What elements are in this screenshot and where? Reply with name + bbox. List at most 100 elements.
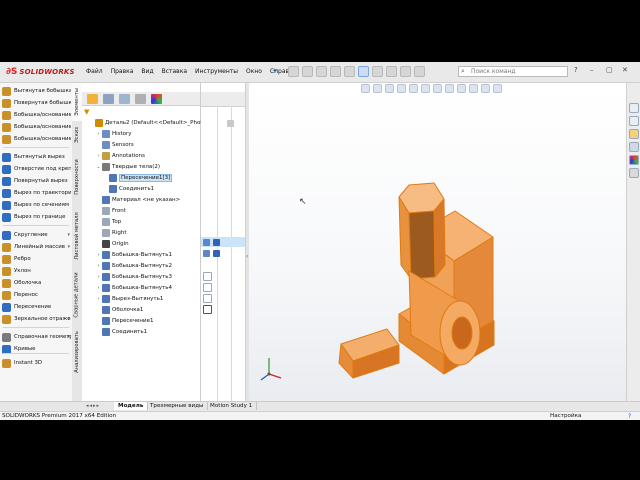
dropdown-arrow-icon[interactable]: ▾ [67,334,70,340]
tree-item[interactable]: ⌄ Твердые тела(2) [82,161,213,172]
command-instant3d[interactable]: Instant 3D [2,357,71,369]
body-display-icon[interactable] [203,239,210,246]
dimxpert-tab-icon[interactable] [135,93,146,104]
filter-icon[interactable]: ▼ [84,108,89,116]
tree-item[interactable]: Деталь2 (Default<<Default>_PhotoWorks Di… [82,117,206,128]
restore-icon[interactable]: ▢ [606,66,613,74]
command-rib[interactable]: Ребро [2,253,71,265]
expand-arrow-icon[interactable]: › [95,131,102,137]
tab-model[interactable]: Модель [114,402,149,410]
expand-arrow-icon[interactable]: › [95,285,102,291]
body-appearance-icon[interactable] [213,250,220,257]
property-manager-tab-icon[interactable] [103,93,114,104]
new-document-icon[interactable] [288,66,299,77]
command-hole-wizard[interactable]: Отверстие под крепеж [2,163,71,175]
tree-item[interactable]: › Бобышка-Вытянуть1 [82,249,213,260]
tree-item[interactable]: › Бобышка-Вытянуть4 [82,282,213,293]
command-extrude-cut[interactable]: Вытянутый вырез [2,151,71,163]
display-pane-toggle-icon[interactable] [227,120,234,127]
command-lofted-cut[interactable]: Вырез по сечениям [2,199,71,211]
expand-arrow-icon[interactable]: › [95,296,102,302]
help-status-icon[interactable]: ? [628,413,631,420]
view-palette-icon[interactable] [629,142,639,152]
file-explorer-icon[interactable] [629,129,639,139]
design-library-icon[interactable] [629,116,639,126]
tab-sketch[interactable]: Эскиз [72,121,82,149]
appearances-icon[interactable] [629,155,639,165]
search-commands-input[interactable]: ⌕ Поиск команд [458,66,568,77]
tree-item[interactable]: Front [82,205,213,216]
command-revolve-boss[interactable]: Повернутая бобышка [2,97,71,109]
command-boundary-cut[interactable]: Вырез по границе [2,211,71,223]
plane-visibility-icon[interactable] [203,272,212,281]
minimize-icon[interactable]: – [590,66,594,74]
origin-visibility-icon[interactable] [203,305,212,314]
dropdown-arrow-icon[interactable]: ▾ [67,232,70,238]
tab-sheet-metal[interactable]: Листовой металл [72,205,82,267]
tree-item[interactable]: Sensors [82,139,213,150]
body-display-icon[interactable] [203,250,210,257]
options-icon[interactable] [400,66,411,77]
help-icon[interactable]: ? [574,66,578,74]
save-icon[interactable] [316,66,327,77]
tab-surfaces[interactable]: Поверхности [72,149,82,205]
tree-item[interactable]: Пересечение1 [82,315,213,326]
command-reference-geometry[interactable]: Справочная геометрия▾ [2,331,71,343]
tree-item[interactable]: › History [82,128,213,139]
menu-edit[interactable]: Правка [111,68,134,75]
solidworks-resources-icon[interactable] [629,103,639,113]
window-tile-icon[interactable] [414,66,425,77]
command-shell[interactable]: Оболочка [2,277,71,289]
part-model[interactable] [249,83,626,413]
configuration-manager-tab-icon[interactable] [119,93,130,104]
tab-evaluate[interactable]: Анализировать [72,323,82,381]
tree-item[interactable]: Top [82,216,213,227]
command-lofted-boss[interactable]: Бобышка/основание по сечениям [2,121,71,133]
menu-insert[interactable]: Вставка [162,68,187,75]
tree-item[interactable]: Пересечение1[3] [82,172,220,183]
menu-file[interactable]: Файл [86,68,103,75]
pin-menu-icon[interactable]: ✦ [272,67,278,75]
menu-view[interactable]: Вид [141,68,153,75]
command-revolve-cut[interactable]: Повернутый вырез [2,175,71,187]
tree-item[interactable]: Right [82,227,213,238]
file-properties-icon[interactable] [386,66,397,77]
solidworks-logo[interactable]: ∂S SOLIDWORKS [6,65,75,79]
tab-motion-study[interactable]: Motion Study 1 [206,402,258,410]
command-wrap[interactable]: Перенос [2,289,71,301]
command-intersect[interactable]: Пересечение [2,301,71,313]
tree-item[interactable]: Оболочка1 [82,304,213,315]
command-draft[interactable]: Уклон [2,265,71,277]
tab-3d-views[interactable]: Трехмерные виды [146,402,209,410]
graphics-area[interactable]: ↖ [249,83,626,413]
tab-weldments[interactable]: Сварные детали [72,267,82,323]
undo-icon[interactable] [344,66,355,77]
tree-item[interactable]: › Бобышка-Вытянуть3 [82,271,213,282]
command-swept-boss[interactable]: Бобышка/основание по траектории [2,109,71,121]
tree-item[interactable]: › Вырез-Вытянуть1 [82,293,213,304]
dropdown-arrow-icon[interactable]: ▾ [67,244,70,250]
expand-arrow-icon[interactable]: ⌄ [95,164,102,170]
print-icon[interactable] [330,66,341,77]
expand-arrow-icon[interactable]: › [95,252,102,258]
close-icon[interactable]: ✕ [622,66,628,74]
open-icon[interactable] [302,66,313,77]
plane-visibility-icon[interactable] [203,283,212,292]
rebuild-icon[interactable] [372,66,383,77]
plane-visibility-icon[interactable] [203,294,212,303]
command-boundary-boss[interactable]: Бобышка/основание по границе [2,133,71,145]
expand-arrow-icon[interactable]: › [95,263,102,269]
dropdown-arrow-icon[interactable]: ▾ [67,316,70,322]
menu-window[interactable]: Окно [246,68,262,75]
command-linear-pattern[interactable]: Линейный массив ▾ [2,241,71,253]
feature-manager-tab-icon[interactable] [87,93,98,104]
command-mirror[interactable]: Зеркальное отражение▾ [2,313,71,325]
tree-item[interactable]: › Annotations [82,150,213,161]
tab-features[interactable]: Элементы [72,83,82,121]
custom-properties-icon[interactable] [629,168,639,178]
status-customize[interactable]: Настройка [550,413,581,419]
tab-scroll-arrows-icon[interactable]: ◂◂▸▸ [86,403,100,409]
command-fillet[interactable]: Скругление ▾ [2,229,71,241]
expand-arrow-icon[interactable]: › [95,274,102,280]
expand-arrow-icon[interactable]: › [95,153,102,159]
